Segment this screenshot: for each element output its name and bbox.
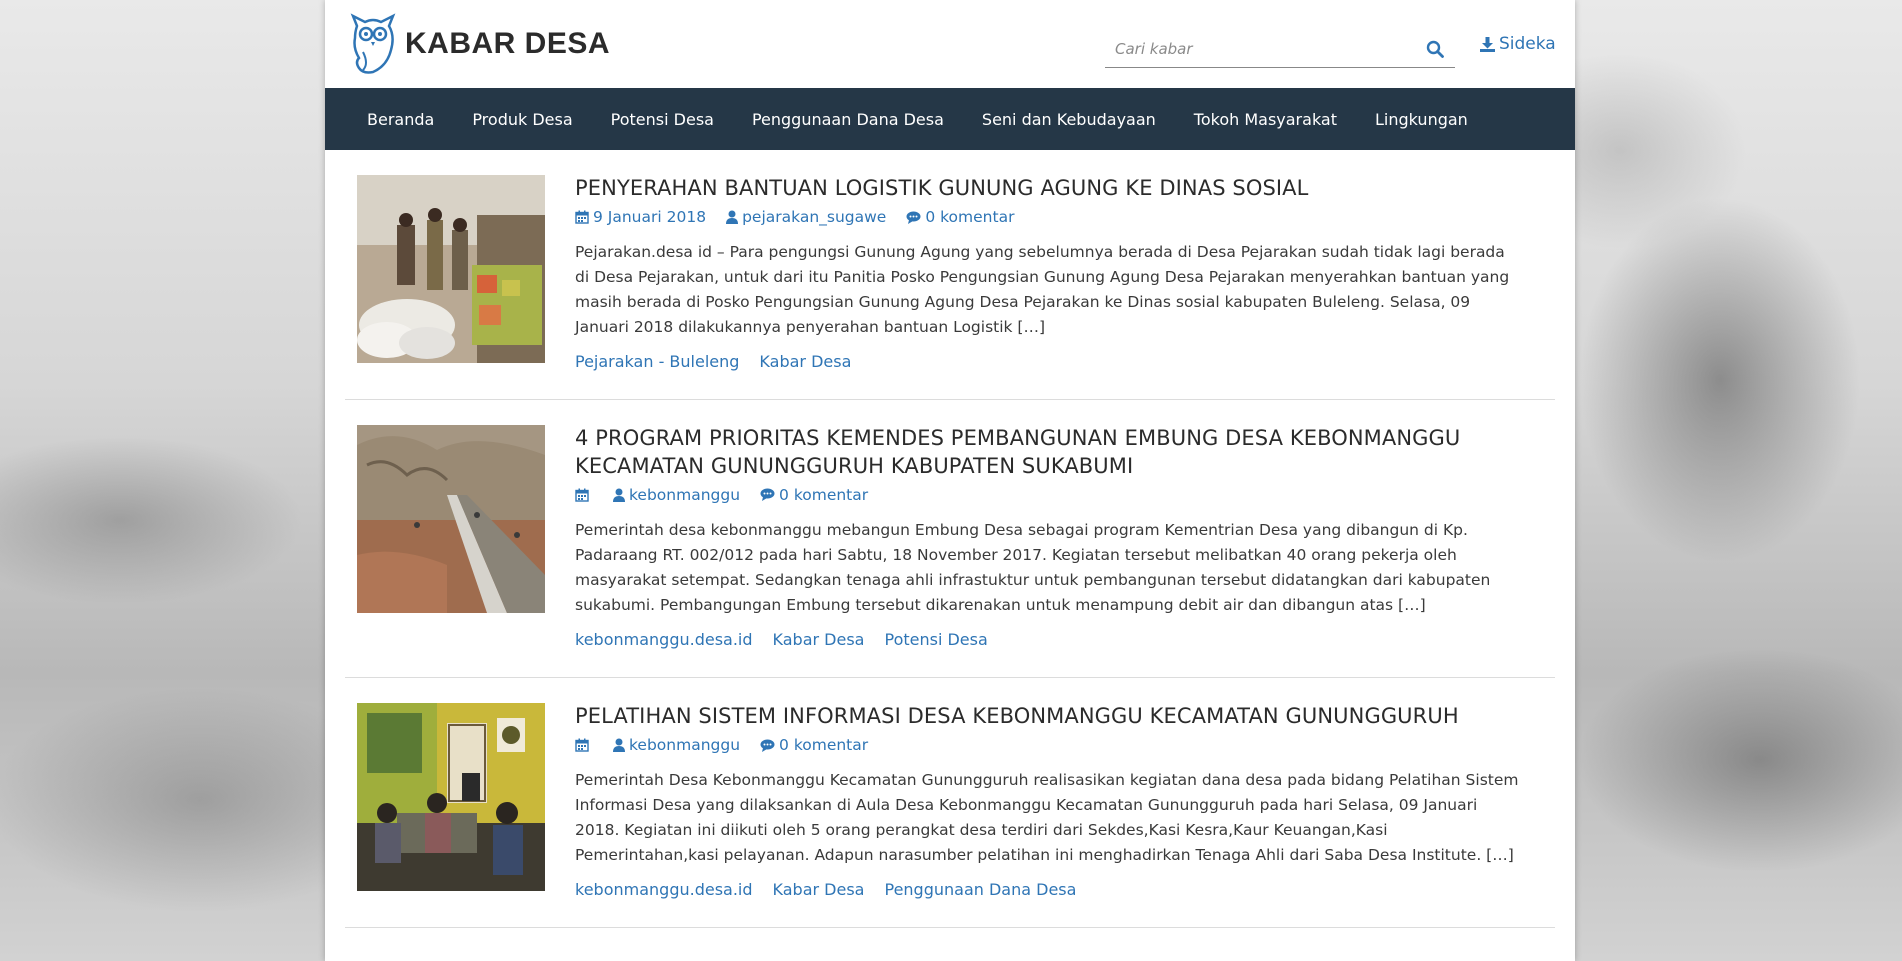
post-list: PENYERAHAN BANTUAN LOGISTIK GUNUNG AGUNG… bbox=[325, 150, 1575, 929]
post-item: PENYERAHAN BANTUAN LOGISTIK GUNUNG AGUNG… bbox=[345, 150, 1555, 401]
post-image bbox=[357, 175, 545, 363]
post-author-text: kebonmanggu bbox=[629, 485, 741, 504]
nav-item-potensi-desa[interactable]: Potensi Desa bbox=[611, 110, 714, 129]
search-button[interactable] bbox=[1415, 33, 1455, 65]
post-tags: kebonmanggu.desa.id Kabar Desa Potensi D… bbox=[575, 630, 1543, 649]
post-tag[interactable]: Kabar Desa bbox=[773, 630, 865, 649]
post-tags: kebonmanggu.desa.id Kabar Desa Penggunaa… bbox=[575, 880, 1543, 899]
post-comments[interactable]: 0 komentar bbox=[906, 208, 1014, 226]
calendar-icon bbox=[575, 488, 589, 502]
site-title: KABAR DESA bbox=[405, 27, 611, 60]
post-date[interactable]: 9 Januari 2018 bbox=[575, 208, 706, 226]
site-logo[interactable]: KABAR DESA bbox=[349, 12, 610, 76]
nav-item-tokoh-masyarakat[interactable]: Tokoh Masyarakat bbox=[1194, 110, 1337, 129]
post-author[interactable]: kebonmanggu bbox=[613, 486, 740, 504]
post-excerpt: Pemerintah desa kebonmanggu mebangun Emb… bbox=[575, 520, 1491, 614]
post-content: PENYERAHAN BANTUAN LOGISTIK GUNUNG AGUNG… bbox=[575, 175, 1543, 371]
post-tag[interactable]: Kabar Desa bbox=[759, 352, 851, 371]
post-comments-text: 0 komentar bbox=[779, 736, 869, 755]
main-nav: Beranda Produk Desa Potensi Desa Penggun… bbox=[325, 88, 1575, 150]
post-thumbnail[interactable] bbox=[357, 175, 545, 363]
post-date[interactable] bbox=[575, 488, 593, 502]
post-content: 4 PROGRAM PRIORITAS KEMENDES PEMBANGUNAN… bbox=[575, 425, 1543, 649]
user-icon bbox=[613, 488, 625, 502]
post-content: PELATIHAN SISTEM INFORMASI DESA KEBONMAN… bbox=[575, 703, 1543, 899]
post-image bbox=[357, 702, 545, 891]
comment-icon bbox=[906, 211, 921, 224]
nav-item-lingkungan[interactable]: Lingkungan bbox=[1375, 110, 1468, 129]
nav-item-penggunaan-dana-desa[interactable]: Penggunaan Dana Desa bbox=[752, 110, 944, 129]
user-icon bbox=[726, 210, 739, 225]
post-thumbnail[interactable] bbox=[357, 425, 545, 614]
sideka-link[interactable]: Sideka bbox=[1480, 34, 1556, 54]
post-author[interactable]: kebonmanggu bbox=[613, 736, 740, 754]
post-date-text: 9 Januari 2018 bbox=[593, 208, 707, 227]
page-container: KABAR DESA Sideka Beranda Produk Desa Po… bbox=[325, 0, 1575, 961]
post-title[interactable]: 4 PROGRAM PRIORITAS KEMENDES PEMBANGUNAN… bbox=[575, 425, 1543, 480]
owl-logo-icon bbox=[350, 13, 396, 74]
calendar-icon bbox=[575, 210, 589, 224]
post-tag[interactable]: kebonmanggu.desa.id bbox=[575, 880, 753, 899]
post-title[interactable]: PELATIHAN SISTEM INFORMASI DESA KEBONMAN… bbox=[575, 703, 1543, 730]
post-meta: kebonmanggu 0 komentar bbox=[575, 486, 1543, 504]
sideka-label: Sideka bbox=[1499, 34, 1556, 54]
post-tag[interactable]: kebonmanggu.desa.id bbox=[575, 630, 753, 649]
post-comments-text: 0 komentar bbox=[779, 485, 869, 504]
site-header: KABAR DESA Sideka bbox=[325, 0, 1575, 88]
post-comments[interactable]: 0 komentar bbox=[760, 736, 868, 754]
nav-item-produk-desa[interactable]: Produk Desa bbox=[472, 110, 572, 129]
comment-icon bbox=[760, 739, 775, 752]
calendar-icon bbox=[575, 738, 589, 752]
search-icon bbox=[1426, 40, 1444, 58]
post-author[interactable]: pejarakan_sugawe bbox=[726, 208, 886, 226]
post-author-text: kebonmanggu bbox=[629, 736, 741, 755]
post-image bbox=[357, 425, 545, 614]
nav-item-seni-dan-kebudayaan[interactable]: Seni dan Kebudayaan bbox=[982, 110, 1156, 129]
post-tag[interactable]: Kabar Desa bbox=[773, 880, 865, 899]
download-icon bbox=[1480, 36, 1495, 52]
user-icon bbox=[613, 738, 625, 753]
post-author-text: pejarakan_sugawe bbox=[742, 208, 887, 227]
post-date[interactable] bbox=[575, 738, 593, 752]
post-comments[interactable]: 0 komentar bbox=[760, 486, 868, 504]
post-item: 4 PROGRAM PRIORITAS KEMENDES PEMBANGUNAN… bbox=[345, 400, 1555, 678]
post-item: PELATIHAN SISTEM INFORMASI DESA KEBONMAN… bbox=[345, 678, 1555, 929]
post-excerpt: Pemerintah Desa Kebonmanggu Kecamatan Gu… bbox=[575, 771, 1519, 865]
post-tag[interactable]: Potensi Desa bbox=[884, 630, 987, 649]
post-meta: 9 Januari 2018 pejarakan_sugawe 0 koment… bbox=[575, 208, 1543, 226]
post-tag[interactable]: Penggunaan Dana Desa bbox=[884, 880, 1076, 899]
post-meta: kebonmanggu 0 komentar bbox=[575, 736, 1543, 754]
post-thumbnail[interactable] bbox=[357, 702, 545, 891]
post-tag[interactable]: Pejarakan - Buleleng bbox=[575, 352, 739, 371]
post-tags: Pejarakan - Buleleng Kabar Desa bbox=[575, 352, 1543, 371]
search-input[interactable] bbox=[1105, 33, 1415, 64]
search-bar bbox=[1105, 30, 1455, 68]
post-comments-text: 0 komentar bbox=[925, 208, 1015, 227]
nav-item-beranda[interactable]: Beranda bbox=[367, 110, 434, 129]
post-excerpt: Pejarakan.desa id – Para pengungsi Gunun… bbox=[575, 243, 1510, 337]
comment-icon bbox=[760, 488, 775, 502]
post-title[interactable]: PENYERAHAN BANTUAN LOGISTIK GUNUNG AGUNG… bbox=[575, 175, 1543, 202]
